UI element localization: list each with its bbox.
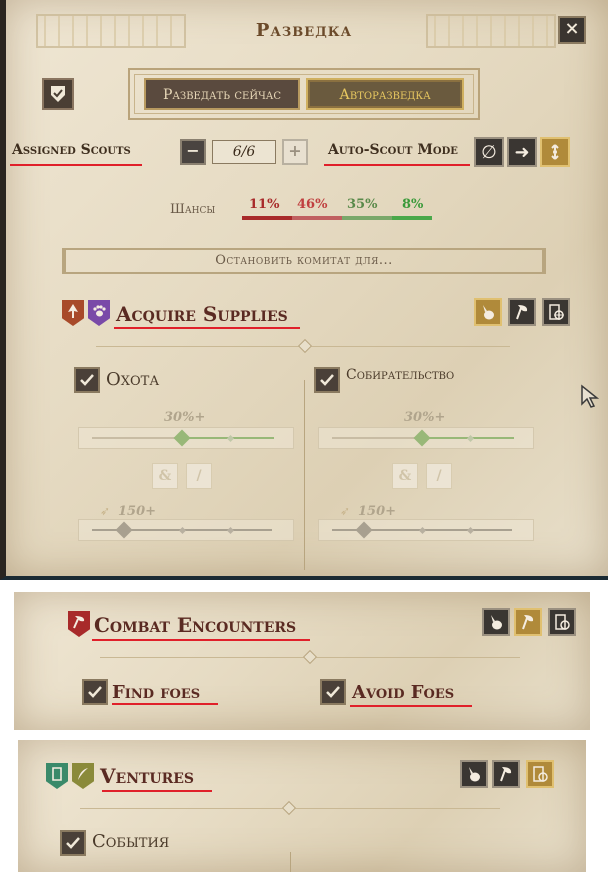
- annotation-underline: [350, 705, 472, 707]
- category-ventures-button[interactable]: [548, 608, 576, 636]
- scouts-decrease-button[interactable]: −: [180, 139, 206, 165]
- hunting-checkbox[interactable]: [74, 367, 100, 393]
- none-icon: ∅: [481, 141, 497, 163]
- category-combat-button[interactable]: [514, 608, 542, 636]
- events-label: События: [92, 831, 170, 852]
- axe-icon: [500, 767, 512, 782]
- chance-bar-segment: [292, 216, 342, 220]
- annotation-underline: [112, 703, 218, 705]
- scroll-target-icon: [549, 304, 564, 320]
- find-foes-checkbox[interactable]: [82, 679, 108, 705]
- annotation-underline: [102, 790, 212, 792]
- supplies-icon: [483, 305, 494, 320]
- gathering-label: Собирательство: [346, 367, 455, 383]
- chance-bar-segment: [242, 216, 292, 220]
- chance-bar-segment: [392, 216, 432, 220]
- annotation-underline: [114, 327, 300, 329]
- slider-track: [332, 437, 422, 439]
- shield-toggle-button[interactable]: [42, 78, 74, 110]
- page-title: Разведка: [255, 20, 353, 41]
- category-ventures-button[interactable]: [526, 760, 554, 788]
- auto-scout-button[interactable]: Авторазведка: [306, 78, 464, 110]
- mode-forward-button[interactable]: ➜: [507, 137, 537, 167]
- chances-label: Шансы: [170, 202, 216, 217]
- avoid-foes-checkbox[interactable]: [320, 679, 346, 705]
- check-icon: [326, 686, 340, 698]
- stop-comitatus-button[interactable]: Остановить комитат для...: [62, 248, 546, 274]
- section-title-combat-encounters: Combat Encounters: [94, 613, 297, 637]
- check-icon: [88, 686, 102, 698]
- axe-icon: [516, 305, 528, 320]
- scouts-count: 6/6: [212, 140, 276, 164]
- annotation-underline: [10, 164, 142, 166]
- section-title-ventures: Ventures: [100, 764, 195, 788]
- axe-icon: [522, 615, 534, 630]
- or-button[interactable]: /: [426, 463, 452, 489]
- close-button[interactable]: ×: [558, 16, 586, 44]
- check-icon: [80, 374, 94, 386]
- shield-check-icon: [51, 86, 65, 102]
- arrow-right-icon: ➜: [514, 141, 530, 163]
- chance-bar-segment: [342, 216, 392, 220]
- hunting-chance-value: 30%+: [164, 410, 206, 425]
- category-combat-button[interactable]: [508, 298, 536, 326]
- and-button[interactable]: &: [392, 463, 418, 489]
- events-checkbox[interactable]: [60, 830, 86, 856]
- gathering-amount-value: 150+: [358, 504, 397, 519]
- check-icon: [320, 374, 334, 386]
- chance-value-4: 8%: [402, 197, 424, 212]
- scatter-icon: [551, 144, 559, 160]
- annotation-underline: [92, 639, 310, 641]
- hunting-label: Охота: [106, 369, 160, 390]
- supplies-small-icon: ➶: [100, 504, 111, 518]
- slider-track: [92, 437, 182, 439]
- auto-scout-mode-label: Auto-Scout Mode: [328, 142, 458, 158]
- scroll-target-icon: [555, 614, 570, 630]
- section-title-acquire-supplies: Acquire Supplies: [116, 302, 288, 326]
- scroll-target-icon: [533, 766, 548, 782]
- gathering-chance-value: 30%+: [404, 410, 446, 425]
- hunting-amount-value: 150+: [118, 504, 157, 519]
- or-button[interactable]: /: [186, 463, 212, 489]
- chance-value-3: 35%: [347, 197, 378, 212]
- column-divider: [290, 852, 291, 872]
- mouse-cursor-icon: [581, 384, 600, 408]
- find-foes-label: Find foes: [112, 682, 201, 703]
- annotation-underline: [324, 164, 470, 166]
- category-supplies-button[interactable]: [460, 760, 488, 788]
- category-combat-button[interactable]: [492, 760, 520, 788]
- chance-value-2: 46%: [297, 197, 328, 212]
- category-supplies-button[interactable]: [474, 298, 502, 326]
- supplies-icon: [491, 615, 502, 630]
- column-divider: [304, 380, 305, 570]
- mode-scatter-button[interactable]: [540, 137, 570, 167]
- check-icon: [66, 837, 80, 849]
- category-supplies-button[interactable]: [482, 608, 510, 636]
- category-ventures-button[interactable]: [542, 298, 570, 326]
- gathering-checkbox[interactable]: [314, 367, 340, 393]
- supplies-small-icon: ➶: [340, 504, 351, 518]
- scouts-increase-button[interactable]: +: [282, 139, 308, 165]
- assigned-scouts-label: Assigned Scouts: [12, 142, 131, 158]
- mode-none-button[interactable]: ∅: [474, 137, 504, 167]
- supplies-icon: [469, 767, 480, 782]
- avoid-foes-label: Avoid Foes: [352, 682, 455, 703]
- and-button[interactable]: &: [152, 463, 178, 489]
- scout-now-button[interactable]: Разведать сейчас: [144, 78, 300, 110]
- chance-value-1: 11%: [249, 197, 280, 212]
